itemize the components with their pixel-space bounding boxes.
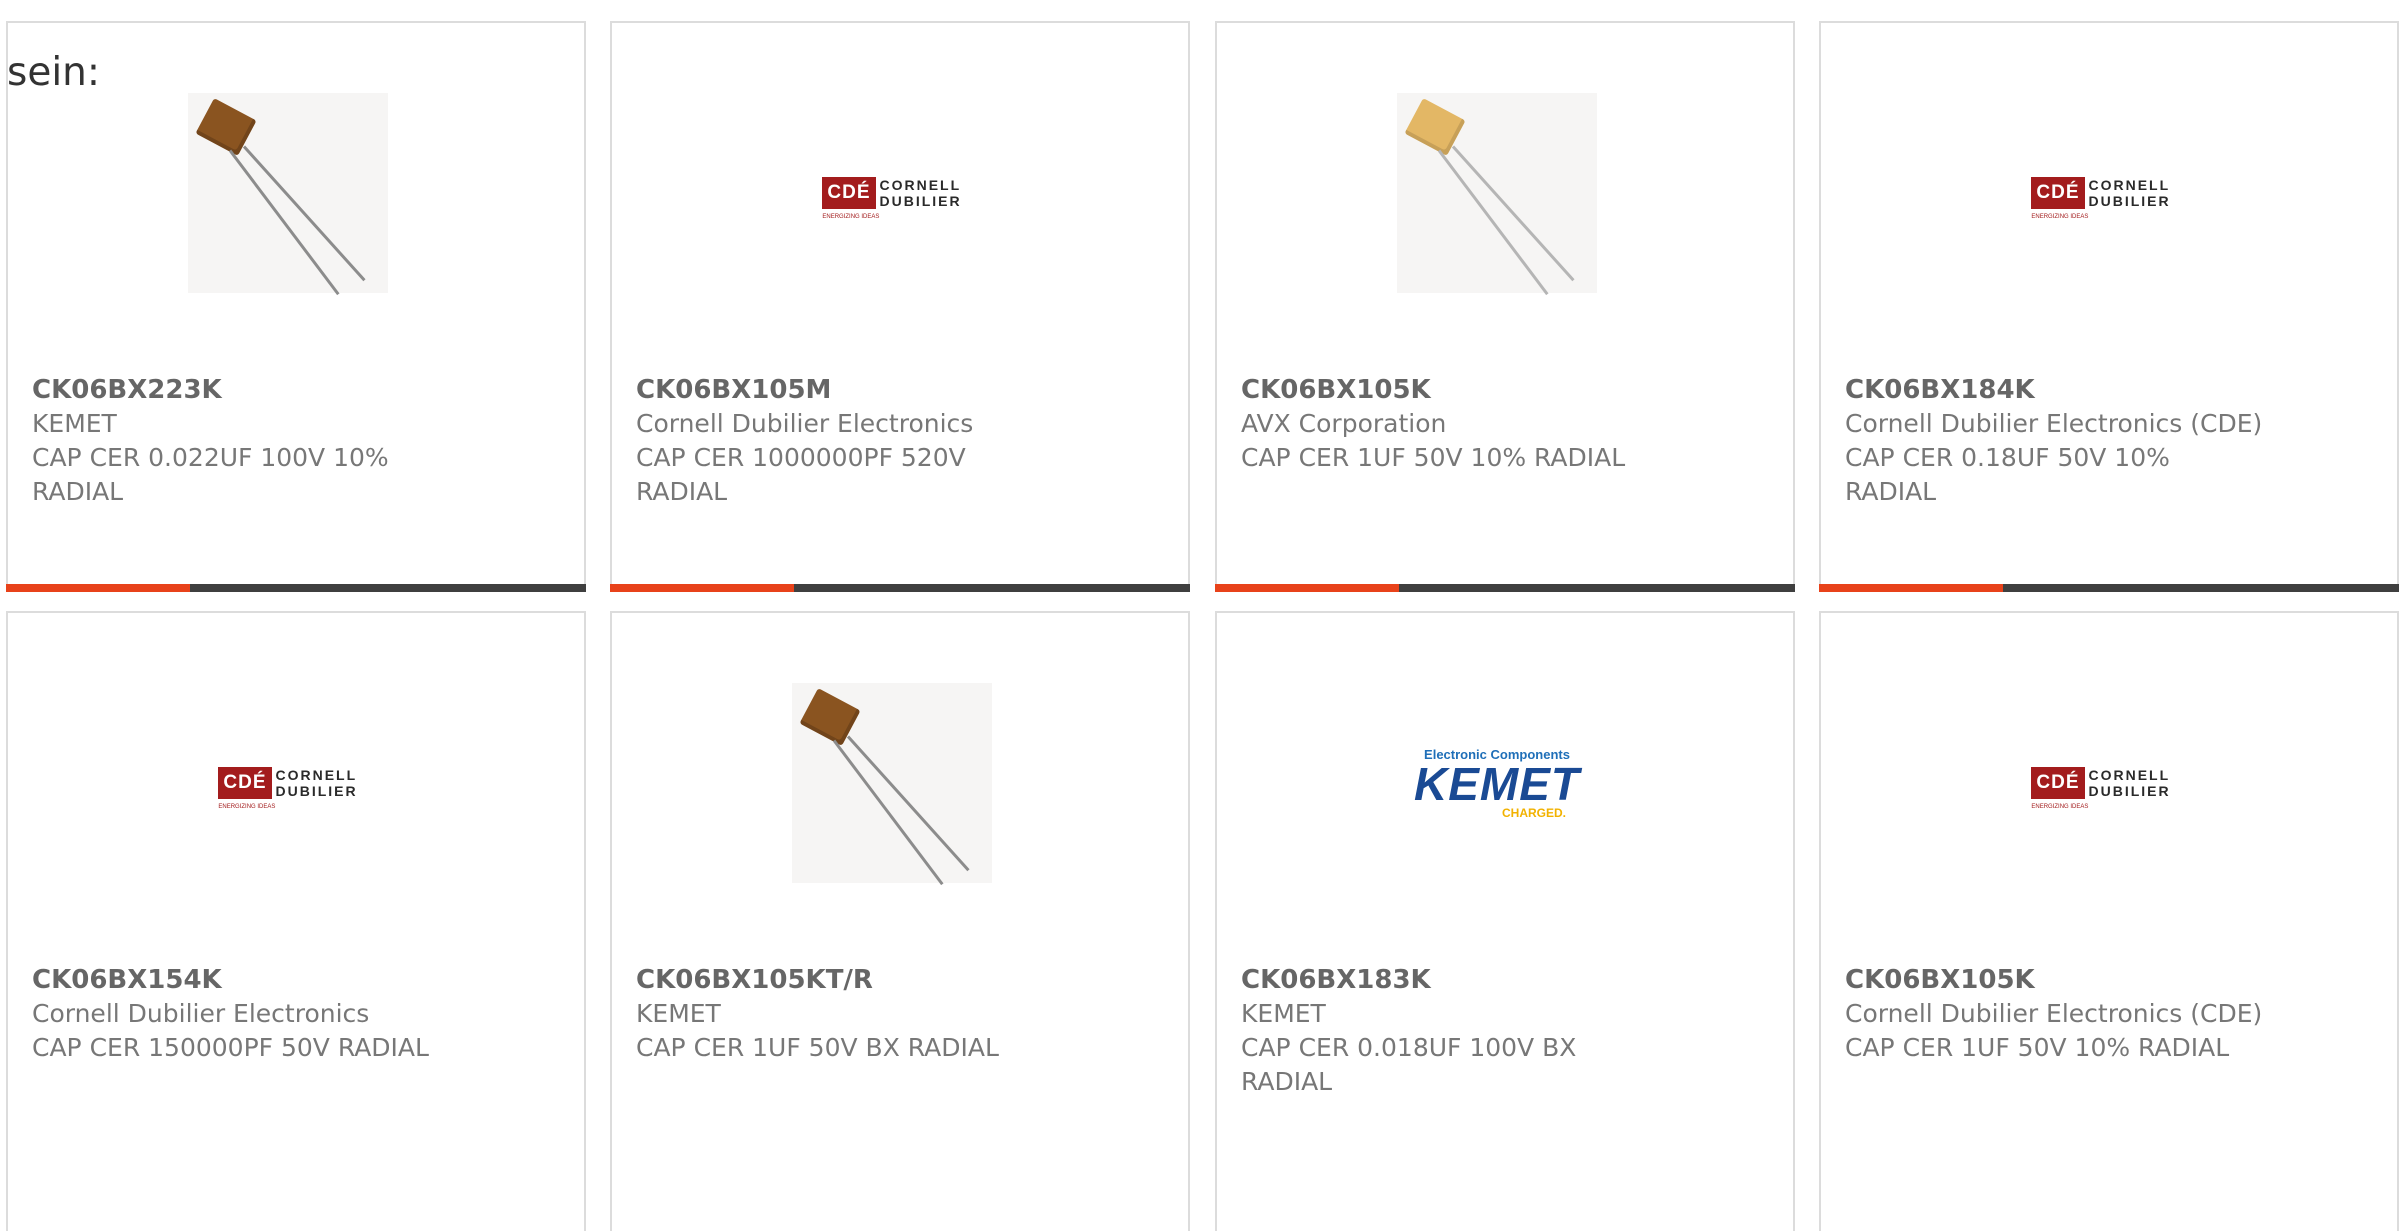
card-accent-bar: [610, 584, 1190, 592]
part-number[interactable]: CK06BX184K: [1845, 373, 2377, 407]
manufacturer: KEMET: [636, 999, 721, 1028]
manufacturer: Cornell Dubilier Electronics: [32, 999, 370, 1028]
manufacturer: KEMET: [1241, 999, 1326, 1028]
manufacturer: AVX Corporation: [1241, 409, 1447, 438]
product-card[interactable]: CK06BX105KT/R KEMET CAP CER 1UF 50V BX R…: [610, 611, 1190, 1231]
cde-logo: CDÉ ENERGIZING IDEAS CORNELL DUBILIER: [822, 177, 962, 220]
product-card[interactable]: CDÉ ENERGIZING IDEAS CORNELL DUBILIER CK06…: [6, 611, 586, 1231]
description: CAP CER 150000PF 50V RADIAL: [32, 1033, 429, 1062]
cde-logo: CDÉ ENERGIZING IDEAS CORNELL DUBILIER: [218, 767, 358, 810]
intro-text: sein:: [7, 50, 101, 95]
part-number[interactable]: CK06BX105K: [1241, 373, 1773, 407]
description: CAP CER 1000000PF 520V RADIAL: [636, 443, 966, 506]
description: CAP CER 0.022UF 100V 10% RADIAL: [32, 443, 389, 506]
card-accent-bar: [6, 584, 586, 592]
manufacturer: KEMET: [32, 409, 117, 438]
product-image-brown-capacitor: [188, 93, 388, 296]
part-number[interactable]: CK06BX154K: [32, 963, 564, 997]
product-image-yellow-capacitor: [1397, 93, 1597, 296]
product-card[interactable]: CDÉ ENERGIZING IDEAS CORNELL DUBILIER CK06…: [1819, 21, 2399, 592]
product-image-cde-logo: CDÉ ENERGIZING IDEAS CORNELL DUBILIER: [188, 683, 388, 883]
product-card[interactable]: CK06BX105K AVX Corporation CAP CER 1UF 5…: [1215, 21, 1795, 592]
product-image-cde-logo: CDÉ ENERGIZING IDEAS CORNELL DUBILIER: [2001, 93, 2201, 293]
kemet-logo: Electronic Components KEMET CHARGED.: [1414, 746, 1580, 820]
part-number[interactable]: CK06BX105KT/R: [636, 963, 1168, 997]
description: CAP CER 1UF 50V 10% RADIAL: [1241, 443, 1626, 472]
product-card[interactable]: CDÉ ENERGIZING IDEAS CORNELL DUBILIER CK06…: [610, 21, 1190, 592]
description: CAP CER 0.018UF 100V BX RADIAL: [1241, 1033, 1577, 1096]
part-number[interactable]: CK06BX105K: [1845, 963, 2377, 997]
product-card[interactable]: CK06BX223K KEMET CAP CER 0.022UF 100V 10…: [6, 21, 586, 592]
product-image-cde-logo: CDÉ ENERGIZING IDEAS CORNELL DUBILIER: [792, 93, 992, 293]
card-accent-bar: [1215, 584, 1795, 592]
description: CAP CER 1UF 50V 10% RADIAL: [1845, 1033, 2230, 1062]
product-image-kemet-logo: Electronic Components KEMET CHARGED.: [1397, 683, 1597, 883]
card-accent-bar: [1819, 584, 2399, 592]
product-image-cde-logo: CDÉ ENERGIZING IDEAS CORNELL DUBILIER: [2001, 683, 2201, 883]
description: CAP CER 1UF 50V BX RADIAL: [636, 1033, 999, 1062]
manufacturer: Cornell Dubilier Electronics: [636, 409, 974, 438]
product-image-brown-capacitor: [792, 683, 992, 886]
manufacturer: Cornell Dubilier Electronics (CDE): [1845, 999, 2263, 1028]
part-number[interactable]: CK06BX105M: [636, 373, 1168, 407]
part-number[interactable]: CK06BX183K: [1241, 963, 1773, 997]
manufacturer: Cornell Dubilier Electronics (CDE): [1845, 409, 2263, 438]
cde-logo: CDÉ ENERGIZING IDEAS CORNELL DUBILIER: [2031, 767, 2171, 810]
product-card[interactable]: CDÉ ENERGIZING IDEAS CORNELL DUBILIER CK06…: [1819, 611, 2399, 1231]
description: CAP CER 0.18UF 50V 10% RADIAL: [1845, 443, 2170, 506]
product-card[interactable]: Electronic Components KEMET CHARGED. CK0…: [1215, 611, 1795, 1231]
part-number[interactable]: CK06BX223K: [32, 373, 564, 407]
cde-logo: CDÉ ENERGIZING IDEAS CORNELL DUBILIER: [2031, 177, 2171, 220]
